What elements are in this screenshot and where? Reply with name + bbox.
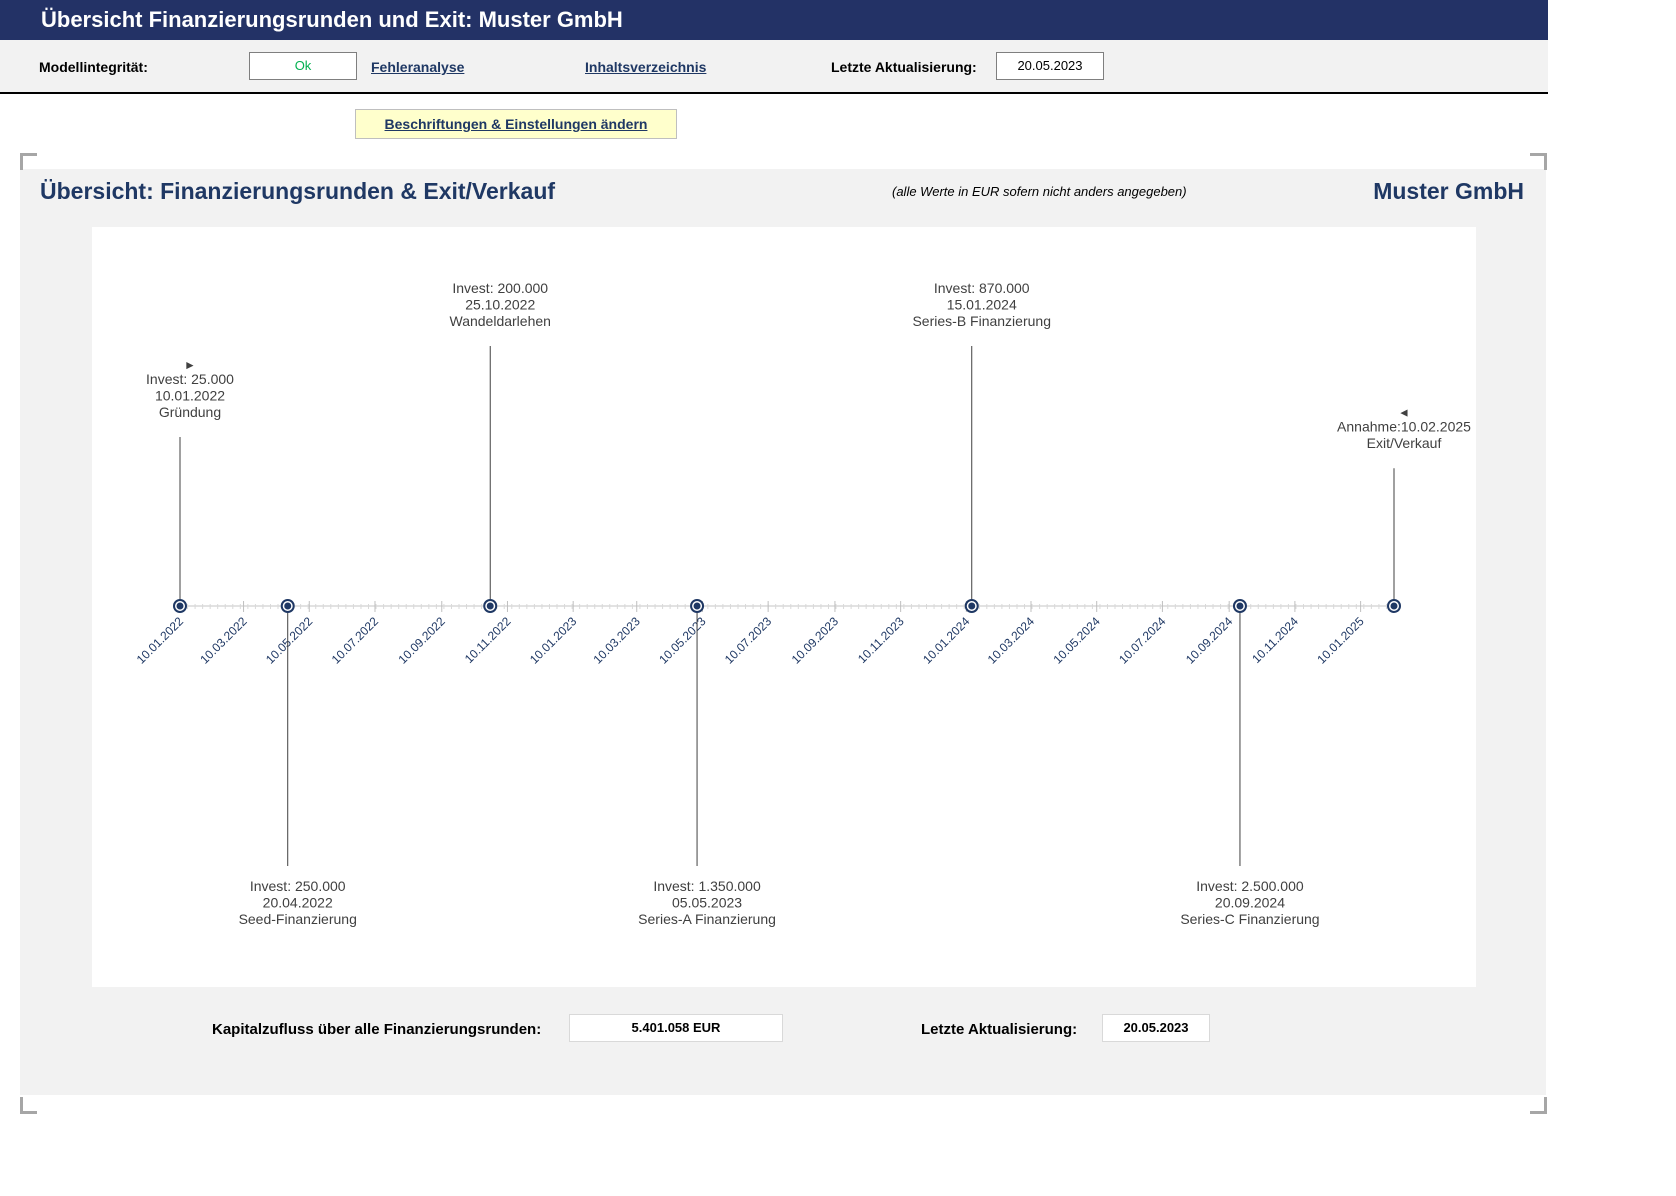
axis-tick-label: 10.09.2022 bbox=[396, 614, 449, 667]
axis-tick-label: 10.09.2023 bbox=[789, 614, 842, 667]
axis-tick-label: 10.05.2022 bbox=[263, 614, 316, 667]
table-of-contents-link[interactable]: Inhaltsverzeichnis bbox=[585, 59, 706, 75]
last-updated-label: Letzte Aktualisierung: bbox=[831, 59, 977, 75]
panel-corner-marker bbox=[20, 1097, 37, 1114]
integrity-label: Modellintegrität: bbox=[39, 59, 148, 75]
panel-corner-marker bbox=[1530, 153, 1547, 170]
event-label: Series-C Finanzierung bbox=[1180, 911, 1319, 927]
event-marker-dot bbox=[968, 602, 976, 610]
axis-tick-label: 10.01.2024 bbox=[920, 614, 973, 667]
event-label: 05.05.2023 bbox=[672, 895, 742, 911]
event-label: 15.01.2024 bbox=[947, 297, 1017, 313]
event-label: Invest: 200.000 bbox=[452, 280, 548, 296]
footer-last-updated-label: Letzte Aktualisierung: bbox=[921, 1021, 1078, 1038]
event-label: 20.04.2022 bbox=[263, 895, 333, 911]
axis-tick-label: 10.03.2023 bbox=[590, 614, 643, 667]
axis-tick-label: 10.07.2023 bbox=[722, 614, 775, 667]
funding-timeline-chart: 10.01.2022 10.03.2022 10.05.2022 10.07.2022… bbox=[134, 280, 1471, 927]
axis-tick-label: 10.03.2024 bbox=[985, 614, 1038, 667]
title-bar: Übersicht Finanzierungsrunden und Exit: … bbox=[0, 0, 1548, 40]
capital-inflow-value: 5.401.058 EUR bbox=[569, 1014, 783, 1042]
error-analysis-link[interactable]: Fehleranalyse bbox=[371, 59, 464, 75]
event-label: Annahme:10.02.2025 bbox=[1337, 419, 1471, 435]
currency-note: (alle Werte in EUR sofern nicht anders a… bbox=[892, 184, 1187, 199]
axis-tick-label: 10.03.2022 bbox=[197, 614, 250, 667]
toolbar: Modellintegrität: Ok Fehleranalyse Inhal… bbox=[0, 40, 1548, 94]
page-title: Übersicht Finanzierungsrunden und Exit: … bbox=[41, 7, 623, 32]
event-label: Invest: 870.000 bbox=[934, 280, 1030, 296]
axis-tick-label: 10.11.2024 bbox=[1249, 614, 1301, 666]
event-label: 20.09.2024 bbox=[1215, 895, 1285, 911]
event-marker-dot bbox=[693, 602, 701, 610]
axis-tick-label: 10.01.2025 bbox=[1314, 614, 1367, 667]
event-flag-marker: ◄ bbox=[1398, 406, 1410, 420]
timeline-chart-area: 10.01.2022 10.03.2022 10.05.2022 10.07.2022… bbox=[92, 227, 1476, 987]
event-marker-dot bbox=[176, 602, 184, 610]
axis-tick-label: 10.05.2023 bbox=[656, 614, 709, 667]
panel-corner-marker bbox=[1530, 1097, 1547, 1114]
axis-tick-label: 10.11.2023 bbox=[855, 614, 907, 666]
footer-last-updated-value: 20.05.2023 bbox=[1102, 1014, 1210, 1042]
axis-tick-label: 10.09.2024 bbox=[1183, 614, 1236, 667]
company-name: Muster GmbH bbox=[1373, 178, 1524, 204]
event-label: Seed-Finanzierung bbox=[239, 911, 357, 927]
axis-tick-label: 10.11.2022 bbox=[462, 614, 514, 666]
event-flag-marker: ► bbox=[184, 358, 196, 372]
integrity-status-field: Ok bbox=[249, 52, 357, 80]
event-label: 25.10.2022 bbox=[465, 297, 535, 313]
event-label: Invest: 25.000 bbox=[146, 371, 234, 387]
event-marker-dot bbox=[1236, 602, 1244, 610]
change-labels-settings-button[interactable]: Beschriftungen & Einstellungen ändern bbox=[355, 109, 677, 139]
event-marker-dot bbox=[284, 602, 292, 610]
axis-tick-label: 10.01.2022 bbox=[134, 614, 187, 667]
last-updated-field[interactable]: 20.05.2023 bbox=[996, 52, 1104, 80]
axis-tick-label: 10.01.2023 bbox=[527, 614, 580, 667]
axis-tick-label: 10.07.2022 bbox=[329, 614, 382, 667]
event-label: Series-B Finanzierung bbox=[912, 313, 1051, 329]
event-label: 10.01.2022 bbox=[155, 388, 225, 404]
event-label: Wandeldarlehen bbox=[450, 313, 551, 329]
event-label: Invest: 250.000 bbox=[250, 878, 346, 894]
panel-corner-marker bbox=[20, 153, 37, 170]
event-marker-dot bbox=[1390, 602, 1398, 610]
event-label: Gründung bbox=[159, 404, 221, 420]
axis-tick-label: 10.05.2024 bbox=[1050, 614, 1103, 667]
event-label: Series-A Finanzierung bbox=[638, 911, 776, 927]
event-label: Invest: 2.500.000 bbox=[1196, 878, 1304, 894]
axis-tick-label: 10.07.2024 bbox=[1116, 614, 1169, 667]
event-marker-dot bbox=[486, 602, 494, 610]
event-label: Invest: 1.350.000 bbox=[653, 878, 761, 894]
section-title: Übersicht: Finanzierungsrunden & Exit/Ve… bbox=[40, 178, 556, 204]
capital-inflow-label: Kapitalzufluss über alle Finanzierungsru… bbox=[212, 1021, 542, 1038]
event-label: Exit/Verkauf bbox=[1367, 435, 1442, 451]
